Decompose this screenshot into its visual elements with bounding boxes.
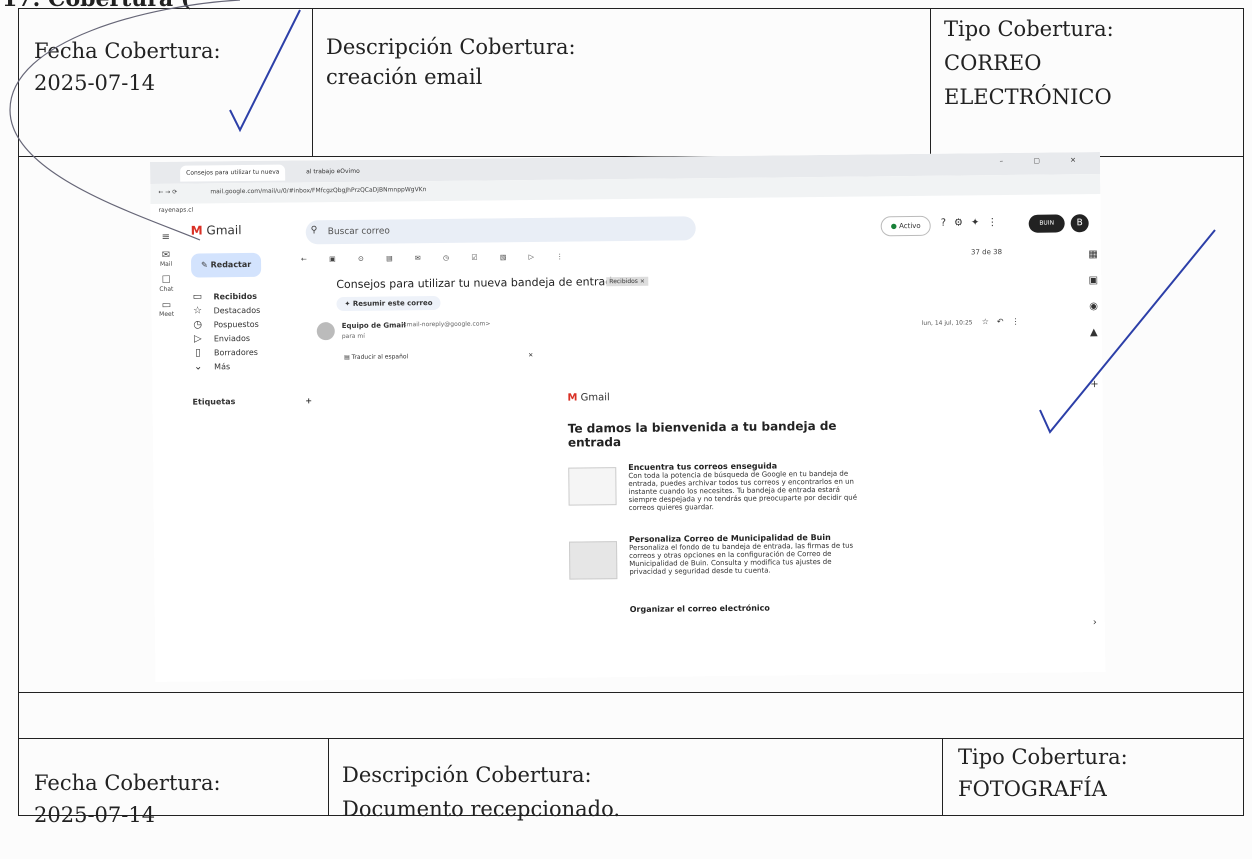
check-mark-screenshot [1039,229,1216,434]
handwritten-marks [9,0,1216,434]
hand-drawn-arc [9,0,241,241]
check-mark-top [229,9,301,133]
